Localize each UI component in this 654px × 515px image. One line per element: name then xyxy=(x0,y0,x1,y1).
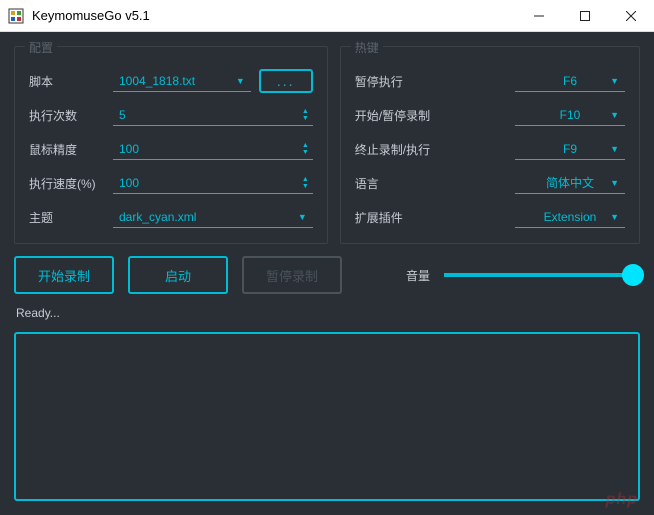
theme-row: 主题 dark_cyan.xml ▼ xyxy=(29,205,313,229)
volume-label: 音量 xyxy=(406,267,430,284)
pause-combo[interactable]: F6 ▼ xyxy=(515,70,625,92)
config-group: 配置 脚本 1004_1818.txt ▼ ... 执行次数 5 ▲▼ 鼠标精度 xyxy=(14,46,328,244)
pause-row: 暂停执行 F6 ▼ xyxy=(355,69,625,93)
app-icon xyxy=(8,8,24,24)
spinner-arrows-icon[interactable]: ▲▼ xyxy=(302,104,309,125)
pause-value: F6 xyxy=(563,74,577,88)
count-value: 5 xyxy=(119,108,126,122)
record-combo[interactable]: F10 ▼ xyxy=(515,104,625,126)
stop-row: 终止录制/执行 F9 ▼ xyxy=(355,137,625,161)
record-row: 开始/暂停录制 F10 ▼ xyxy=(355,103,625,127)
chevron-down-icon: ▼ xyxy=(298,212,307,222)
speed-value: 100 xyxy=(119,176,139,190)
browse-button[interactable]: ... xyxy=(259,69,313,93)
launch-button[interactable]: 启动 xyxy=(128,256,228,294)
chevron-down-icon: ▼ xyxy=(610,76,619,86)
titlebar: KeymomuseGo v5.1 xyxy=(0,0,654,32)
minimize-button[interactable] xyxy=(516,0,562,31)
panels-row: 配置 脚本 1004_1818.txt ▼ ... 执行次数 5 ▲▼ 鼠标精度 xyxy=(14,46,640,244)
chevron-down-icon: ▼ xyxy=(236,76,245,86)
precision-row: 鼠标精度 100 ▲▼ xyxy=(29,137,313,161)
precision-value: 100 xyxy=(119,142,139,156)
count-row: 执行次数 5 ▲▼ xyxy=(29,103,313,127)
window-controls xyxy=(516,0,654,31)
lang-label: 语言 xyxy=(355,175,443,192)
close-button[interactable] xyxy=(608,0,654,31)
script-label: 脚本 xyxy=(29,73,105,90)
record-label: 开始/暂停录制 xyxy=(355,107,443,124)
config-group-title: 配置 xyxy=(25,39,57,56)
spinner-arrows-icon[interactable]: ▲▼ xyxy=(302,172,309,193)
start-record-button[interactable]: 开始录制 xyxy=(14,256,114,294)
theme-combo[interactable]: dark_cyan.xml ▼ xyxy=(113,206,313,228)
volume-slider[interactable] xyxy=(444,273,634,277)
script-combo[interactable]: 1004_1818.txt ▼ xyxy=(113,70,251,92)
watermark: php xyxy=(606,491,638,509)
count-spinner[interactable]: 5 ▲▼ xyxy=(113,104,313,126)
record-value: F10 xyxy=(560,108,581,122)
lang-value: 简体中文 xyxy=(546,174,594,191)
hotkey-group: 热键 暂停执行 F6 ▼ 开始/暂停录制 F10 ▼ 终止录制/执行 F9 xyxy=(340,46,640,244)
chevron-down-icon: ▼ xyxy=(610,178,619,188)
theme-value: dark_cyan.xml xyxy=(119,210,196,224)
stop-value: F9 xyxy=(563,142,577,156)
ext-label: 扩展插件 xyxy=(355,209,443,226)
theme-label: 主题 xyxy=(29,209,105,226)
pause-record-button: 暂停录制 xyxy=(242,256,342,294)
pause-label: 暂停执行 xyxy=(355,73,443,90)
slider-thumb[interactable] xyxy=(622,264,644,286)
lang-row: 语言 简体中文 ▼ xyxy=(355,171,625,195)
lang-combo[interactable]: 简体中文 ▼ xyxy=(515,172,625,194)
stop-label: 终止录制/执行 xyxy=(355,141,443,158)
ext-combo[interactable]: Extension ▼ xyxy=(515,206,625,228)
stop-combo[interactable]: F9 ▼ xyxy=(515,138,625,160)
maximize-button[interactable] xyxy=(562,0,608,31)
precision-spinner[interactable]: 100 ▲▼ xyxy=(113,138,313,160)
chevron-down-icon: ▼ xyxy=(610,110,619,120)
speed-label: 执行速度(%) xyxy=(29,175,105,192)
hotkey-group-title: 热键 xyxy=(351,39,383,56)
log-area[interactable] xyxy=(14,332,640,501)
status-text: Ready... xyxy=(14,306,640,320)
precision-label: 鼠标精度 xyxy=(29,141,105,158)
window-title: KeymomuseGo v5.1 xyxy=(32,8,516,23)
count-label: 执行次数 xyxy=(29,107,105,124)
speed-row: 执行速度(%) 100 ▲▼ xyxy=(29,171,313,195)
script-row: 脚本 1004_1818.txt ▼ ... xyxy=(29,69,313,93)
ext-value: Extension xyxy=(544,210,597,224)
spinner-arrows-icon[interactable]: ▲▼ xyxy=(302,138,309,159)
action-row: 开始录制 启动 暂停录制 音量 xyxy=(14,256,640,294)
app-body: 配置 脚本 1004_1818.txt ▼ ... 执行次数 5 ▲▼ 鼠标精度 xyxy=(0,32,654,515)
chevron-down-icon: ▼ xyxy=(610,212,619,222)
script-value: 1004_1818.txt xyxy=(119,74,195,88)
speed-spinner[interactable]: 100 ▲▼ xyxy=(113,172,313,194)
ext-row: 扩展插件 Extension ▼ xyxy=(355,205,625,229)
chevron-down-icon: ▼ xyxy=(610,144,619,154)
